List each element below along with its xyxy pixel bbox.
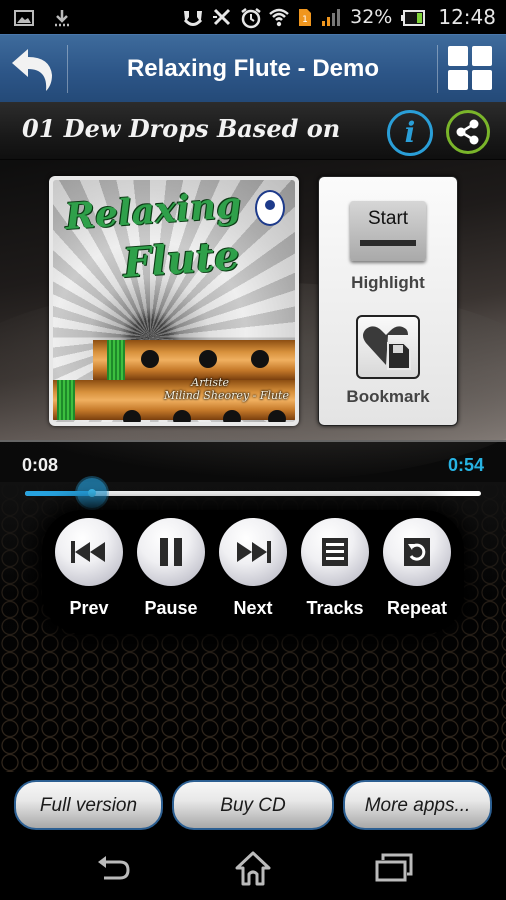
artist-label: Artiste <box>191 376 229 389</box>
divider <box>67 45 68 93</box>
battery-icon <box>401 7 426 27</box>
prev-button[interactable]: Prev <box>54 518 124 619</box>
current-time: 0:08 <box>22 455 59 475</box>
divider <box>437 45 438 93</box>
download-icon <box>52 8 72 28</box>
nav-recents-icon <box>375 853 413 882</box>
prev-label: Prev <box>69 598 109 618</box>
pause-label: Pause <box>144 598 198 618</box>
bookmark-label: Bookmark <box>346 387 430 406</box>
nav-home-icon <box>235 851 271 886</box>
album-subtitle: Flute <box>121 231 242 288</box>
share-icon <box>456 119 479 145</box>
buy-cd-button[interactable]: Buy CD <box>172 780 334 830</box>
share-button[interactable] <box>446 110 490 154</box>
info-icon: i <box>404 116 416 149</box>
bluetooth-off-icon <box>211 7 231 27</box>
nav-back-icon <box>98 856 130 880</box>
next-button[interactable]: Next <box>218 518 288 619</box>
flute-image <box>93 340 295 380</box>
track-title: 01 Dew Drops Based on <box>22 114 341 143</box>
skip-previous-icon <box>71 541 105 563</box>
album-art: Relaxing Flute Artiste Milind Sheorey - … <box>49 176 299 426</box>
repeat-button[interactable]: Repeat <box>382 518 452 619</box>
headset-icon <box>182 7 203 27</box>
full-version-button[interactable]: Full version <box>14 780 163 830</box>
back-button[interactable] <box>8 45 58 93</box>
label-logo-icon <box>255 190 285 226</box>
tracks-label: Tracks <box>306 598 364 618</box>
highlight-bar-icon <box>360 240 416 246</box>
clock: 12:48 <box>438 5 496 29</box>
gallery-icon <box>14 8 34 28</box>
svg-text:1: 1 <box>302 15 308 25</box>
seek-bar[interactable] <box>25 478 481 508</box>
pause-icon <box>160 538 182 566</box>
alarm-icon <box>240 7 261 29</box>
repeat-icon <box>404 538 430 566</box>
bottom-actions: Full version Buy CD More apps... <box>0 772 506 836</box>
signal-icon <box>321 7 341 27</box>
info-button[interactable]: i <box>387 110 433 156</box>
total-time: 0:54 <box>447 455 484 475</box>
back-arrow-icon <box>12 49 52 91</box>
grid-icon <box>448 46 468 66</box>
side-panel: Start Highlight Bookmark <box>318 176 458 426</box>
nav-back-button[interactable] <box>94 850 134 886</box>
system-nav-bar <box>0 836 506 900</box>
track-header: 01 Dew Drops Based on i <box>0 102 506 160</box>
nav-home-button[interactable] <box>233 850 273 886</box>
repeat-label: Repeat <box>386 598 448 618</box>
sim-icon: 1 <box>298 7 312 27</box>
grid-menu-button[interactable] <box>448 46 492 90</box>
nav-recents-button[interactable] <box>374 850 414 886</box>
more-apps-button[interactable]: More apps... <box>343 780 492 830</box>
artist-name: Milind Sheorey - Flute <box>163 389 289 402</box>
highlight-label: Highlight <box>351 273 425 292</box>
bookmark-heart-save-icon <box>363 326 411 370</box>
highlight-start-button[interactable]: Start <box>350 201 426 261</box>
list-icon <box>322 538 348 566</box>
battery-percent: 32% <box>350 6 393 28</box>
playback-controls: Prev Pause Next Tracks Repeat <box>42 510 464 634</box>
action-bar: Relaxing Flute - Demo <box>0 34 506 102</box>
player-main: 01 Dew Drops Based on i Relaxing Flute A… <box>0 102 506 772</box>
bookmark-button[interactable] <box>356 315 420 379</box>
status-bar: 1 32% 12:48 <box>0 0 506 34</box>
highlight-start-label: Start <box>367 208 409 229</box>
skip-next-icon <box>237 541 271 563</box>
seek-bar-thumb[interactable] <box>77 478 108 508</box>
pause-button[interactable]: Pause <box>136 518 206 619</box>
next-label: Next <box>233 598 273 618</box>
wifi-icon <box>269 7 289 27</box>
app-title: Relaxing Flute - Demo <box>126 55 380 82</box>
tracks-button[interactable]: Tracks <box>300 518 370 619</box>
